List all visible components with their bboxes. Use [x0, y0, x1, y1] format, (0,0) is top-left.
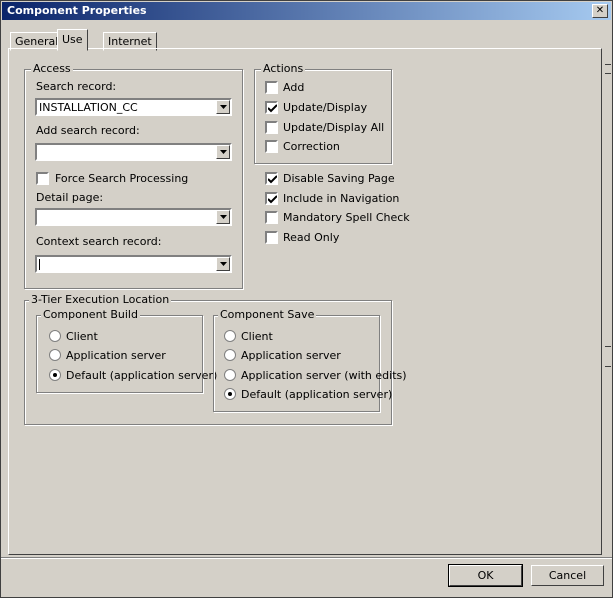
chevron-down-icon — [220, 215, 227, 219]
save-client-label: Client — [241, 330, 273, 343]
correction-label: Correction — [283, 140, 340, 153]
build-application-server-label: Application server — [66, 349, 166, 362]
chevron-down-icon — [220, 150, 227, 154]
add-search-record-combo[interactable] — [35, 143, 232, 161]
close-button[interactable]: ✕ — [592, 4, 608, 18]
dialog-title: Component Properties — [7, 4, 147, 17]
text-caret — [39, 259, 40, 270]
search-record-label: Search record: — [36, 80, 117, 93]
update-display-all-checkbox[interactable] — [265, 121, 278, 134]
force-search-label: Force Search Processing — [55, 172, 189, 185]
add-label: Add — [283, 81, 305, 94]
read-only-label: Read Only — [283, 231, 340, 244]
mandatory-spell-check-label: Mandatory Spell Check — [283, 211, 410, 224]
search-record-combo[interactable]: INSTALLATION_CC — [35, 98, 232, 116]
save-client-radio[interactable] — [224, 330, 236, 342]
add-checkbox[interactable] — [265, 81, 278, 94]
component-build-legend: Component Build — [41, 308, 140, 321]
context-search-combo[interactable] — [35, 255, 232, 273]
detail-page-label: Detail page: — [36, 191, 104, 204]
edge-mark — [605, 64, 611, 65]
save-application-server-edits-label: Application server (with edits) — [241, 369, 407, 382]
tab-internet-label: Internet — [108, 35, 152, 48]
update-display-checkbox[interactable] — [265, 101, 278, 114]
read-only-checkbox[interactable] — [265, 231, 278, 244]
disable-saving-page-checkbox[interactable] — [265, 172, 278, 185]
access-legend: Access — [31, 62, 73, 75]
correction-checkbox[interactable] — [265, 140, 278, 153]
checkmark-icon — [268, 195, 277, 204]
tab-use-label: Use — [62, 33, 83, 46]
build-client-radio[interactable] — [49, 330, 61, 342]
title-bar: Component Properties ✕ — [2, 2, 611, 20]
save-default-label: Default (application server) — [241, 388, 393, 401]
tab-use[interactable]: Use — [57, 29, 88, 51]
build-default-label: Default (application server) — [66, 369, 218, 382]
add-search-record-label: Add search record: — [36, 124, 140, 137]
chevron-down-icon — [220, 105, 227, 109]
close-icon: ✕ — [595, 5, 605, 16]
build-application-server-radio[interactable] — [49, 349, 61, 361]
tab-general-label: General — [15, 35, 59, 48]
edge-mark — [605, 346, 611, 347]
edge-mark — [605, 73, 611, 74]
component-save-legend: Component Save — [218, 308, 317, 321]
add-search-record-dropdown-button[interactable] — [216, 145, 230, 159]
save-application-server-label: Application server — [241, 349, 341, 362]
save-application-server-edits-radio[interactable] — [224, 369, 236, 381]
actions-legend: Actions — [261, 62, 306, 75]
context-search-label: Context search record: — [36, 235, 162, 248]
cancel-button-label: Cancel — [548, 569, 587, 582]
save-default-radio[interactable] — [224, 388, 236, 400]
footer-separator — [1, 557, 612, 559]
mandatory-spell-check-checkbox[interactable] — [265, 211, 278, 224]
chevron-down-icon — [220, 262, 227, 266]
execution-location-legend: 3-Tier Execution Location — [29, 293, 172, 306]
include-in-navigation-checkbox[interactable] — [265, 192, 278, 205]
radio-selected-dot — [228, 392, 232, 396]
build-client-label: Client — [66, 330, 98, 343]
update-display-all-label: Update/Display All — [283, 121, 385, 134]
component-properties-dialog: Component Properties ✕ General Use Inter… — [0, 0, 613, 598]
save-application-server-radio[interactable] — [224, 349, 236, 361]
update-display-label: Update/Display — [283, 101, 368, 114]
detail-page-dropdown-button[interactable] — [216, 210, 230, 224]
ok-button[interactable]: OK — [448, 564, 523, 587]
checkmark-icon — [268, 175, 277, 184]
search-record-dropdown-button[interactable] — [216, 100, 230, 114]
edge-mark — [605, 366, 611, 367]
build-default-radio[interactable] — [49, 369, 61, 381]
radio-selected-dot — [53, 373, 57, 377]
context-search-dropdown-button[interactable] — [216, 257, 230, 271]
disable-saving-page-label: Disable Saving Page — [283, 172, 395, 185]
checkmark-icon — [268, 104, 277, 113]
ok-button-label: OK — [477, 569, 494, 582]
include-in-navigation-label: Include in Navigation — [283, 192, 400, 205]
force-search-checkbox[interactable] — [36, 172, 49, 185]
search-record-value: INSTALLATION_CC — [39, 101, 138, 114]
detail-page-combo[interactable] — [35, 208, 232, 226]
cancel-button[interactable]: Cancel — [531, 565, 604, 586]
